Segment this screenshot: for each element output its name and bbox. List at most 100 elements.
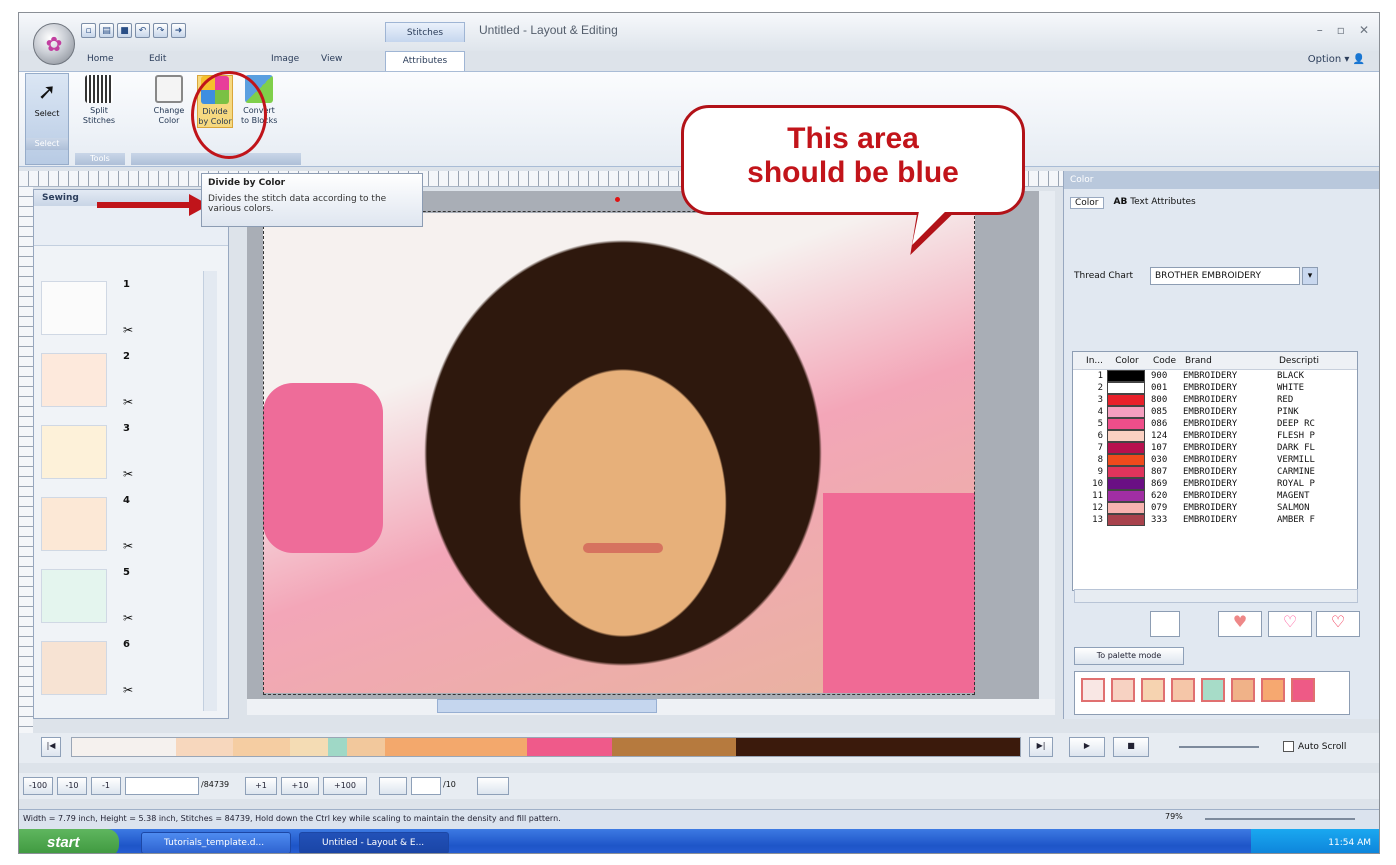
col-color[interactable]: Color xyxy=(1107,352,1147,369)
color-segment[interactable] xyxy=(176,738,234,756)
color-segment[interactable] xyxy=(346,738,385,756)
tab-text-attributes[interactable]: AB Text Attributes xyxy=(1114,197,1196,209)
col-code[interactable]: Code xyxy=(1147,352,1181,369)
thumb-number: 5 xyxy=(123,567,130,578)
table-row[interactable]: 11 620 EMBROIDERY MAGENT xyxy=(1073,490,1357,502)
restore-icon[interactable]: ▫ xyxy=(1337,23,1345,37)
palette-mode-button[interactable]: To palette mode xyxy=(1074,647,1184,665)
stop-icon[interactable]: ■ xyxy=(1113,737,1149,757)
tab-image[interactable]: Image xyxy=(271,54,299,64)
palette-swatch[interactable] xyxy=(1171,678,1195,702)
tab-view[interactable]: View xyxy=(321,54,342,64)
chevron-down-icon[interactable]: ▾ xyxy=(1302,267,1318,285)
plus-100-button[interactable]: +100 xyxy=(323,777,367,795)
table-row[interactable]: 2 001 EMBROIDERY WHITE xyxy=(1073,382,1357,394)
frame-input[interactable] xyxy=(411,777,441,795)
col-index[interactable]: In... xyxy=(1073,352,1107,369)
table-row[interactable]: 4 085 EMBROIDERY PINK xyxy=(1073,406,1357,418)
col-brand[interactable]: Brand xyxy=(1181,352,1279,369)
minus-1-button[interactable]: -1 xyxy=(91,777,121,795)
color-segment[interactable] xyxy=(327,738,347,756)
color-thumb[interactable] xyxy=(41,569,107,623)
palette-swatch[interactable] xyxy=(1291,678,1315,702)
table-row[interactable]: 10 869 EMBROIDERY ROYAL P xyxy=(1073,478,1357,490)
plus-10-button[interactable]: +10 xyxy=(281,777,319,795)
tab-home[interactable]: Home xyxy=(87,54,114,64)
rewind-icon[interactable]: |◀ xyxy=(41,737,61,757)
heart-outline-icon[interactable]: ♡ xyxy=(1316,611,1360,637)
minus-10-button[interactable]: -10 xyxy=(57,777,87,795)
minimize-icon[interactable]: – xyxy=(1317,23,1323,37)
split-stitches-button[interactable]: Split Stitches xyxy=(81,75,117,126)
color-segment[interactable] xyxy=(527,738,613,756)
color-thumb[interactable] xyxy=(41,281,107,335)
palette-swatch[interactable] xyxy=(1141,678,1165,702)
color-segment[interactable] xyxy=(384,738,528,756)
redo-icon[interactable]: ↷ xyxy=(153,23,168,38)
canvas-vertical-scrollbar[interactable] xyxy=(1039,191,1055,703)
checkbox-box[interactable] xyxy=(1283,741,1294,752)
table-row[interactable]: 9 807 EMBROIDERY CARMINE xyxy=(1073,466,1357,478)
start-button[interactable]: start xyxy=(19,829,119,853)
frame-minus-button[interactable] xyxy=(379,777,407,795)
thread-chart-select[interactable]: BROTHER EMBROIDERY xyxy=(1150,267,1300,285)
close-icon[interactable]: ✕ xyxy=(1359,23,1369,37)
undo-icon[interactable]: ↶ xyxy=(135,23,150,38)
tab-edit[interactable]: Edit xyxy=(149,54,166,64)
table-row[interactable]: 7 107 EMBROIDERY DARK FL xyxy=(1073,442,1357,454)
open-icon[interactable]: ▤ xyxy=(99,23,114,38)
palette-swatch[interactable] xyxy=(1261,678,1285,702)
zoom-slider[interactable] xyxy=(1205,818,1355,820)
table-row[interactable]: 3 800 EMBROIDERY RED xyxy=(1073,394,1357,406)
taskbar-item-layout[interactable]: Untitled - Layout & E... xyxy=(299,832,449,853)
select-button[interactable]: ➚ Select Select xyxy=(25,73,69,165)
speed-slider[interactable] xyxy=(1179,746,1259,748)
color-segment[interactable] xyxy=(72,738,177,756)
taskbar-item-tutorials[interactable]: Tutorials_template.d... xyxy=(141,832,291,853)
color-sequence[interactable] xyxy=(71,737,1021,757)
row-description: RED xyxy=(1277,395,1294,405)
color-segment[interactable] xyxy=(233,738,291,756)
color-thumb[interactable] xyxy=(41,641,107,695)
application-orb[interactable]: ✿ xyxy=(33,23,75,65)
color-segment[interactable] xyxy=(735,738,1020,756)
tab-attributes[interactable]: Attributes xyxy=(385,51,465,71)
hearts-icon[interactable]: ♥ xyxy=(1218,611,1262,637)
color-thumb[interactable] xyxy=(41,497,107,551)
stitch-number-input[interactable] xyxy=(125,777,199,795)
auto-scroll-checkbox[interactable]: Auto Scroll xyxy=(1283,741,1346,752)
table-row[interactable]: 12 079 EMBROIDERY SALMON xyxy=(1073,502,1357,514)
tab-color[interactable]: Color xyxy=(1070,197,1104,209)
palette-swatch[interactable] xyxy=(1201,678,1225,702)
palette-swatch[interactable] xyxy=(1081,678,1105,702)
table-row[interactable]: 5 086 EMBROIDERY DEEP RC xyxy=(1073,418,1357,430)
table-row[interactable]: 1 900 EMBROIDERY BLACK xyxy=(1073,370,1357,382)
minus-100-button[interactable]: -100 xyxy=(23,777,53,795)
palette-swatch[interactable] xyxy=(1231,678,1255,702)
send-icon[interactable]: ➜ xyxy=(171,23,186,38)
rotate-handle[interactable] xyxy=(615,197,620,202)
frame-plus-button[interactable] xyxy=(477,777,509,795)
plus-1-button[interactable]: +1 xyxy=(245,777,277,795)
frame-icon[interactable] xyxy=(1150,611,1180,637)
table-row[interactable]: 13 333 EMBROIDERY AMBER F xyxy=(1073,514,1357,526)
color-thumb[interactable] xyxy=(41,353,107,407)
option-menu[interactable]: Option ▾ 👤 xyxy=(1308,54,1365,65)
end-icon[interactable]: ▶| xyxy=(1029,737,1053,757)
color-thumb[interactable] xyxy=(41,425,107,479)
heart-icon[interactable]: ♡ xyxy=(1268,611,1312,637)
new-icon[interactable]: ▫ xyxy=(81,23,96,38)
col-description[interactable]: Descripti xyxy=(1279,352,1339,369)
canvas-horizontal-scrollbar[interactable] xyxy=(247,699,1055,715)
table-h-scrollbar[interactable] xyxy=(1074,589,1358,603)
color-segment[interactable] xyxy=(290,738,328,756)
play-icon[interactable]: ▶ xyxy=(1069,737,1105,757)
table-row[interactable]: 8 030 EMBROIDERY VERMILL xyxy=(1073,454,1357,466)
palette-swatch[interactable] xyxy=(1111,678,1135,702)
table-row[interactable]: 6 124 EMBROIDERY FLESH P xyxy=(1073,430,1357,442)
save-icon[interactable]: ■ xyxy=(117,23,132,38)
thumb-scrollbar[interactable] xyxy=(203,271,217,711)
change-color-button[interactable]: Change Color xyxy=(151,75,187,126)
hscroll-thumb[interactable] xyxy=(437,699,657,713)
color-segment[interactable] xyxy=(612,738,736,756)
